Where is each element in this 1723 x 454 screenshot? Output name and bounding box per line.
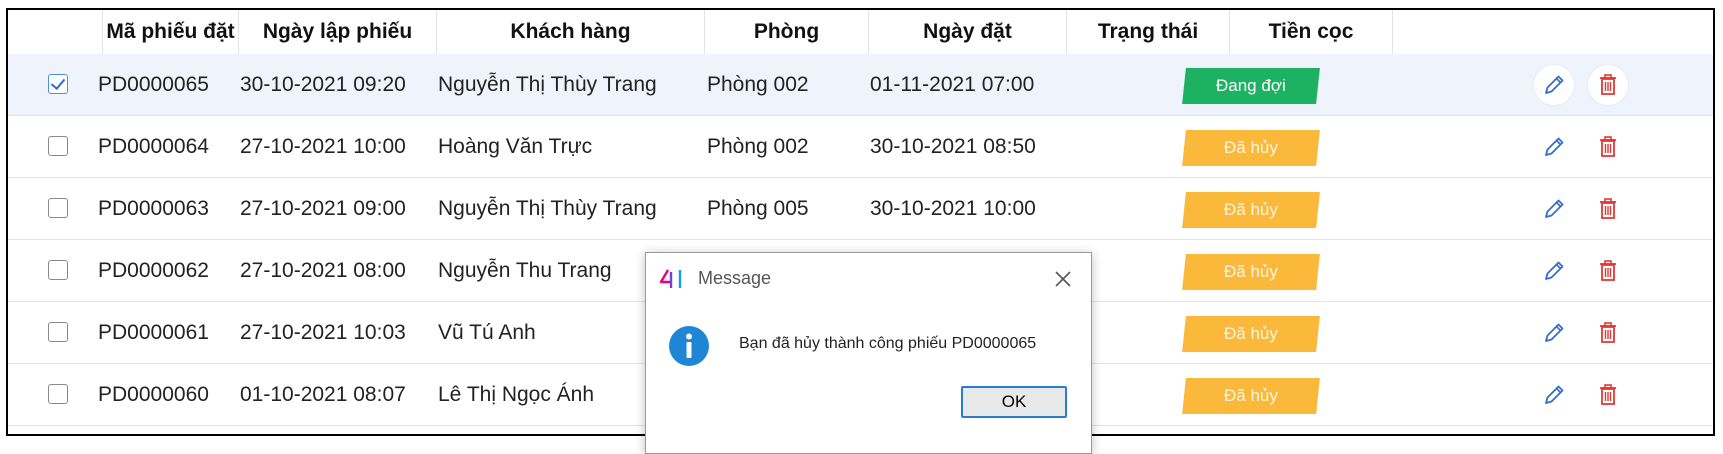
created-date: 27-10-2021 10:00 [240, 135, 406, 158]
header-room[interactable]: Phòng [705, 10, 869, 54]
booking-code: PD0000060 [98, 383, 209, 406]
row-checkbox[interactable] [48, 198, 68, 218]
pencil-icon [1545, 385, 1564, 404]
status-badge: Đã hủy [1182, 316, 1320, 352]
app-logo-icon [659, 269, 682, 288]
header-created[interactable]: Ngày lập phiếu [239, 10, 437, 54]
header-select [8, 10, 103, 54]
status-badge: Đã hủy [1182, 378, 1320, 414]
booking-date: 30-10-2021 10:00 [870, 197, 1036, 220]
customer-name: Nguyễn Thị Thùy Trang [438, 73, 657, 96]
customer-name: Nguyễn Thị Thùy Trang [438, 197, 657, 220]
booking-code: PD0000063 [98, 197, 209, 220]
trash-icon [1600, 136, 1616, 157]
created-date: 01-10-2021 08:07 [240, 383, 406, 406]
dialog-titlebar: Message [646, 253, 1091, 305]
message-dialog: Message Bạn đã hủy thành công phiếu PD00… [645, 252, 1092, 454]
delete-button[interactable] [1588, 375, 1628, 415]
trash-icon [1600, 198, 1616, 219]
table-row[interactable]: PD0000065 30-10-2021 09:20 Nguyễn Thị Thùy… [8, 54, 1713, 116]
delete-button[interactable] [1588, 313, 1628, 353]
pencil-icon [1545, 199, 1564, 218]
header-status[interactable]: Trạng thái [1067, 10, 1230, 54]
edit-button[interactable] [1534, 313, 1574, 353]
booking-code: PD0000061 [98, 321, 209, 344]
delete-button[interactable] [1588, 251, 1628, 291]
booking-code: PD0000065 [98, 73, 209, 96]
row-checkbox[interactable] [48, 384, 68, 404]
customer-name: Nguyễn Thu Trang [438, 259, 612, 282]
booking-code: PD0000064 [98, 135, 209, 158]
room-name: Phòng 005 [707, 197, 809, 220]
status-badge: Đã hủy [1182, 192, 1320, 228]
pencil-icon [1545, 75, 1564, 94]
room-name: Phòng 002 [707, 73, 809, 96]
header-deposit[interactable]: Tiền cọc [1230, 10, 1393, 54]
booking-date: 30-10-2021 08:50 [870, 135, 1036, 158]
ok-button[interactable]: OK [961, 386, 1067, 418]
header-code[interactable]: Mã phiếu đặt [103, 10, 239, 54]
status-badge: Đã hủy [1182, 254, 1320, 290]
trash-icon [1600, 322, 1616, 343]
edit-button[interactable] [1534, 65, 1574, 105]
row-checkbox[interactable] [48, 136, 68, 156]
status-label: Đang đợi [1216, 76, 1286, 95]
pencil-icon [1545, 323, 1564, 342]
dialog-title: Message [698, 268, 772, 288]
status-badge: Đang đợi [1182, 68, 1320, 104]
status-label: Đã hủy [1224, 138, 1278, 157]
table-row[interactable]: PD0000063 27-10-2021 09:00 Nguyễn Thị Thùy… [8, 178, 1713, 240]
dialog-message: Bạn đã hủy thành công phiếu PD0000065 [739, 335, 1037, 352]
pencil-icon [1545, 137, 1564, 156]
table-header: Mã phiếu đặt Ngày lập phiếu Khách hàng P… [8, 10, 1713, 55]
room-name: Phòng 002 [707, 135, 809, 158]
customer-name: Hoàng Văn Trực [438, 135, 593, 158]
trash-icon [1600, 384, 1616, 405]
close-button[interactable] [1047, 263, 1079, 295]
status-label: Đã hủy [1224, 262, 1278, 281]
delete-button[interactable] [1588, 127, 1628, 167]
row-checkbox[interactable] [48, 74, 68, 94]
created-date: 30-10-2021 09:20 [240, 73, 406, 96]
delete-button[interactable] [1588, 189, 1628, 229]
delete-button[interactable] [1588, 65, 1628, 105]
info-icon [669, 326, 709, 366]
trash-icon [1600, 74, 1616, 95]
status-label: Đã hủy [1224, 386, 1278, 405]
edit-button[interactable] [1534, 251, 1574, 291]
table-row[interactable]: PD0000064 27-10-2021 10:00 Hoàng Văn Trực P… [8, 116, 1713, 178]
created-date: 27-10-2021 08:00 [240, 259, 406, 282]
customer-name: Lê Thị Ngọc Ánh [438, 383, 595, 406]
status-label: Đã hủy [1224, 200, 1278, 219]
trash-icon [1600, 260, 1616, 281]
status-label: Đã hủy [1224, 324, 1278, 343]
edit-button[interactable] [1534, 375, 1574, 415]
booking-code: PD0000062 [98, 259, 209, 282]
booking-date: 01-11-2021 07:00 [870, 73, 1035, 96]
row-checkbox[interactable] [48, 260, 68, 280]
pencil-icon [1545, 261, 1564, 280]
header-customer[interactable]: Khách hàng [437, 10, 705, 54]
created-date: 27-10-2021 10:03 [240, 321, 406, 344]
close-icon [1055, 271, 1071, 287]
row-checkbox[interactable] [48, 322, 68, 342]
header-actions [1393, 10, 1713, 54]
edit-button[interactable] [1534, 189, 1574, 229]
customer-name: Vũ Tú Anh [438, 321, 536, 344]
created-date: 27-10-2021 09:00 [240, 197, 406, 220]
edit-button[interactable] [1534, 127, 1574, 167]
header-booked[interactable]: Ngày đặt [869, 10, 1067, 54]
status-badge: Đã hủy [1182, 130, 1320, 166]
dialog-body: Bạn đã hủy thành công phiếu PD0000065 OK [646, 305, 1091, 453]
